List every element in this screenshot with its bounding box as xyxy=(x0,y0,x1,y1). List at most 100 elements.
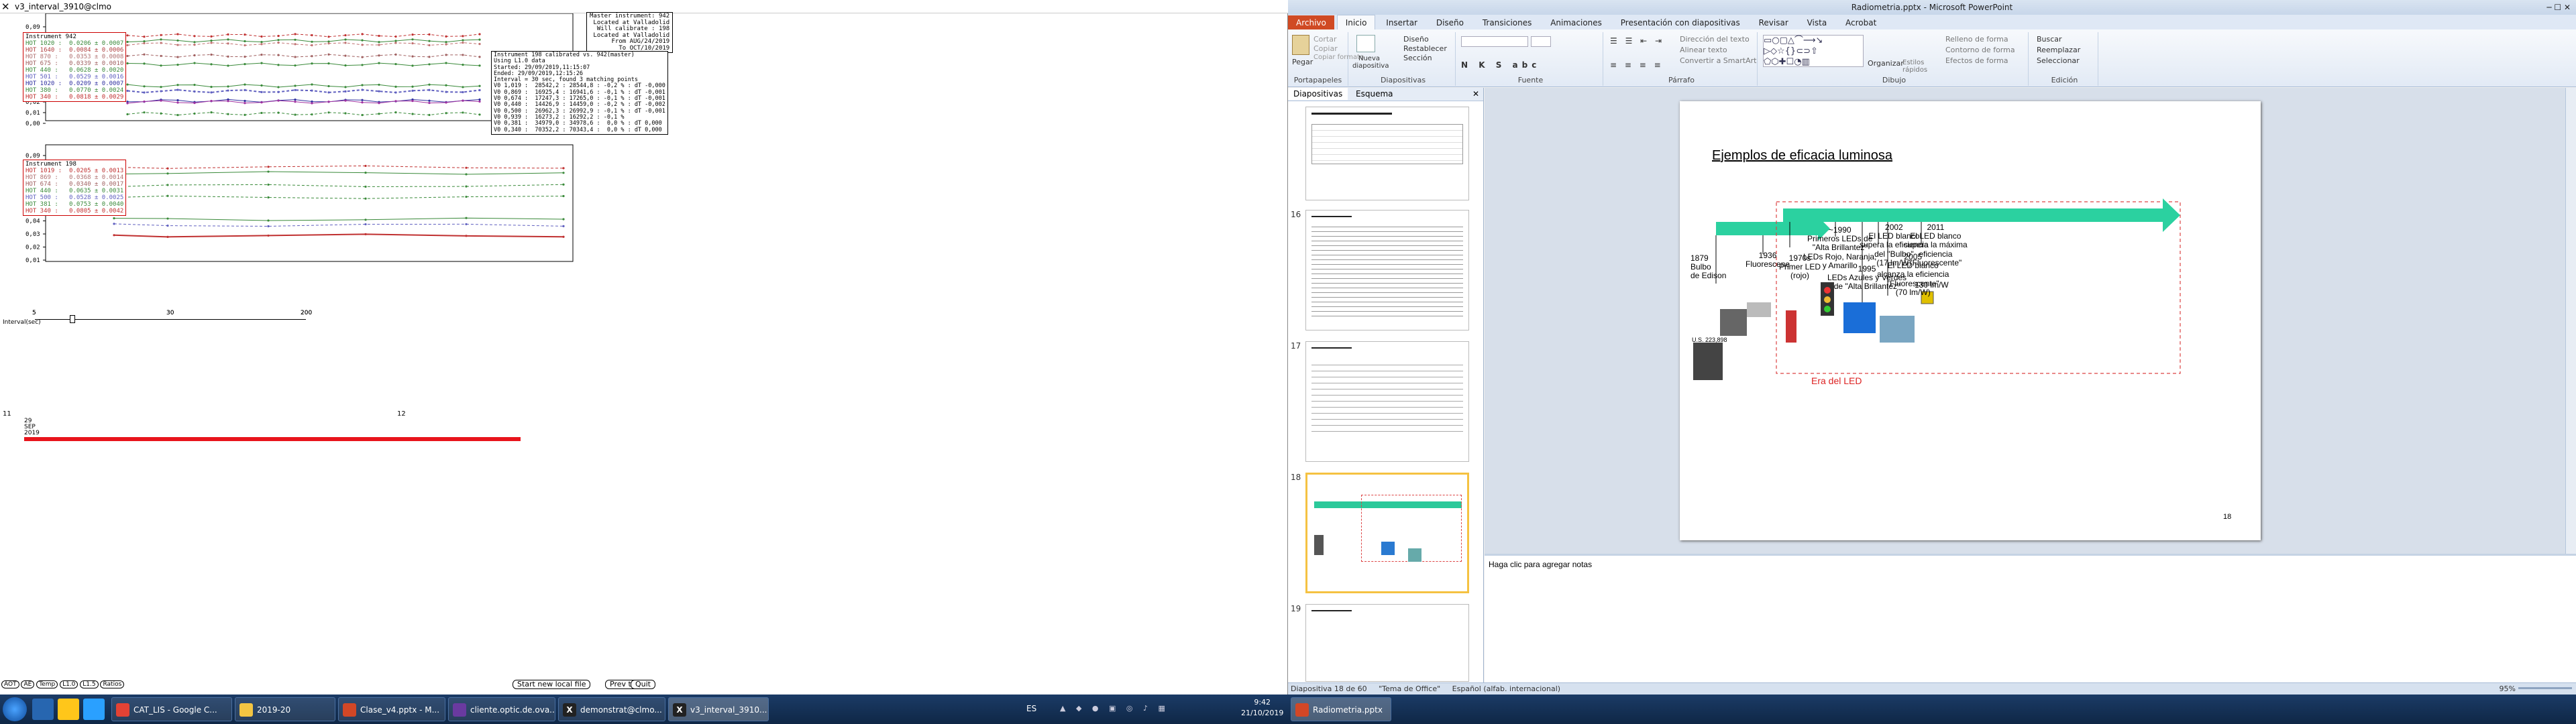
series-line xyxy=(113,171,564,175)
status-zoom[interactable]: 95% xyxy=(2500,683,2516,695)
cut-button[interactable]: Cortar xyxy=(1313,35,1337,44)
align-text-button[interactable]: Alinear texto xyxy=(1680,46,1727,54)
ae-button[interactable]: AE xyxy=(21,680,35,688)
tab-transiciones[interactable]: Transiciones xyxy=(1474,15,1540,30)
timeline-graphics xyxy=(1693,198,2181,380)
temp-button[interactable]: Temp xyxy=(36,680,58,688)
start-button[interactable] xyxy=(3,697,27,721)
task-v3-interval[interactable]: Xv3_interval_3910... xyxy=(668,697,769,721)
find-button[interactable]: Buscar xyxy=(2037,35,2062,44)
task-radiometria[interactable]: Radiometria.pptx xyxy=(1291,697,1391,721)
close-pane-icon[interactable]: ✕ xyxy=(1468,88,1483,100)
group-fuente: N K S abc Fuente xyxy=(1458,32,1603,86)
tab-presentacion[interactable]: Presentación con diapositivas xyxy=(1613,15,1748,30)
shapes-gallery[interactable]: ▭○▢△⌒⟶↘ ▷◇☆{}⊂⊃⇧ ⬠⬡✚☐◔▥ xyxy=(1763,35,1864,67)
time-range-bar[interactable] xyxy=(24,437,521,441)
shape-outline-button[interactable]: Contorno de forma xyxy=(1945,46,2015,54)
taskbar: CAT_LIS - Google C... 2019-20 Clase_v4.p… xyxy=(0,695,2576,724)
notes-placeholder: Haga clic para agregar notas xyxy=(1489,560,1593,569)
y-tick-label: 0,09 xyxy=(25,24,40,31)
series-point xyxy=(411,38,414,41)
reset-button[interactable]: Restablecer xyxy=(1403,44,1447,53)
clock[interactable]: 9:42 21/10/2019 xyxy=(1241,697,1283,719)
quit-button[interactable]: Quit xyxy=(631,680,655,689)
tab-vista[interactable]: Vista xyxy=(1799,15,1835,30)
section-button[interactable]: Sección xyxy=(1403,54,1432,62)
slide-thumb-16[interactable] xyxy=(1305,210,1469,330)
series-point xyxy=(113,223,115,225)
interval-label: Interval(sec) xyxy=(3,319,41,326)
tab-animaciones[interactable]: Animaciones xyxy=(1542,15,1610,30)
current-slide[interactable]: Ejemplos de eficacia luminosa 1879 Bulbo… xyxy=(1680,101,2261,540)
tab-archivo[interactable]: Archivo xyxy=(1288,15,1334,30)
group-label: Párrafo xyxy=(1668,76,1695,84)
format-buttons[interactable]: N K S abc xyxy=(1461,60,1540,70)
tab-diapositivas[interactable]: Diapositivas xyxy=(1288,88,1348,100)
new-slide-button[interactable]: Nueva diapositiva xyxy=(1352,55,1389,70)
slide-thumb-15[interactable] xyxy=(1305,107,1469,200)
replace-button[interactable]: Reemplazar xyxy=(2037,46,2080,54)
text-direction-button[interactable]: Dirección del texto xyxy=(1680,35,1750,44)
plot-window: ✕ v3_interval_3910@clmo 0,090,080,070,06… xyxy=(0,0,1288,695)
paste-icon[interactable] xyxy=(1292,35,1309,55)
slide-thumb-17[interactable] xyxy=(1305,341,1469,462)
series-point xyxy=(361,33,364,36)
series-point xyxy=(445,43,447,46)
series-point xyxy=(294,64,297,67)
paste-button[interactable]: Pegar xyxy=(1292,58,1313,66)
explorer-icon[interactable] xyxy=(58,699,79,720)
ratios-button[interactable]: Ratios xyxy=(100,680,125,688)
tab-revisar[interactable]: Revisar xyxy=(1751,15,1796,30)
series-point xyxy=(478,113,481,116)
tab-insertar[interactable]: Insertar xyxy=(1378,15,1426,30)
font-size-field[interactable] xyxy=(1531,36,1551,47)
zoom-slider[interactable] xyxy=(2518,687,2572,689)
copy-button[interactable]: Copiar xyxy=(1313,44,1338,53)
align-buttons[interactable]: ≡ ≡ ≡ ≡ xyxy=(1610,60,1664,70)
group-dibujo: ▭○▢△⌒⟶↘ ▷◇☆{}⊂⊃⇧ ⬠⬡✚☐◔▥ Organizar Estilos … xyxy=(1760,32,2029,86)
series-point xyxy=(411,99,414,103)
start-local-file-button[interactable]: Start new local file xyxy=(513,680,591,689)
slide-thumb-19[interactable] xyxy=(1305,604,1469,682)
pinned-app-icon[interactable] xyxy=(32,699,54,720)
tab-acrobat[interactable]: Acrobat xyxy=(1837,15,1884,30)
series-point xyxy=(143,62,146,65)
series-point xyxy=(176,101,179,104)
select-button[interactable]: Seleccionar xyxy=(2037,56,2080,65)
l10-button[interactable]: L1.0 xyxy=(60,680,78,688)
series-point xyxy=(294,38,297,41)
l15-button[interactable]: L1.5 xyxy=(80,680,99,688)
group-label: Dibujo xyxy=(1882,76,1907,84)
slide-thumb-18-selected[interactable] xyxy=(1305,473,1469,593)
shape-effects-button[interactable]: Efectos de forma xyxy=(1945,56,2008,65)
smartart-button[interactable]: Convertir a SmartArt xyxy=(1680,56,1756,65)
font-name-field[interactable] xyxy=(1461,36,1528,47)
tab-esquema[interactable]: Esquema xyxy=(1350,88,1398,100)
list-buttons[interactable]: ☰ ☰ ⇤ ⇥ xyxy=(1610,36,1664,46)
quick-styles-button[interactable]: Estilos rápidos xyxy=(1902,59,1929,74)
tab-inicio[interactable]: Inicio xyxy=(1336,15,1376,29)
blue-green-led-image xyxy=(1843,302,1876,333)
series-line xyxy=(127,42,480,46)
notes-pane[interactable]: Haga clic para agregar notas xyxy=(1485,554,2576,682)
series-point xyxy=(260,40,263,44)
task-cliente[interactable]: cliente.optic.de.ova... xyxy=(448,697,555,721)
task-demonstrat[interactable]: Xdemonstrat@clmo... xyxy=(558,697,665,721)
series-point xyxy=(562,194,565,198)
shape-fill-button[interactable]: Relleno de forma xyxy=(1945,35,2008,44)
task-chrome[interactable]: CAT_LIS - Google C... xyxy=(111,697,232,721)
arrange-button[interactable]: Organizar xyxy=(1868,59,1904,68)
task-folder[interactable]: 2019-20 xyxy=(235,697,335,721)
tray-icons[interactable]: ▲ ◆ ● ▣ ◎ ♪ ▦ xyxy=(1060,704,1181,713)
aot-button[interactable]: AOT xyxy=(1,680,19,688)
new-slide-icon[interactable] xyxy=(1356,35,1375,52)
layout-button[interactable]: Diseño xyxy=(1403,35,1429,44)
slide-scrollbar[interactable] xyxy=(2565,88,2576,554)
task-ppt-clase[interactable]: Clase_v4.pptx - M... xyxy=(338,697,445,721)
interval-slider-handle[interactable] xyxy=(70,315,75,323)
window-controls[interactable]: ─ ☐ ✕ xyxy=(2546,0,2571,15)
interval-track[interactable] xyxy=(35,319,306,320)
tab-diseno[interactable]: Diseño xyxy=(1428,15,1472,30)
pinned-app-icon[interactable] xyxy=(83,699,105,720)
language-indicator[interactable]: ES xyxy=(1026,704,1036,713)
